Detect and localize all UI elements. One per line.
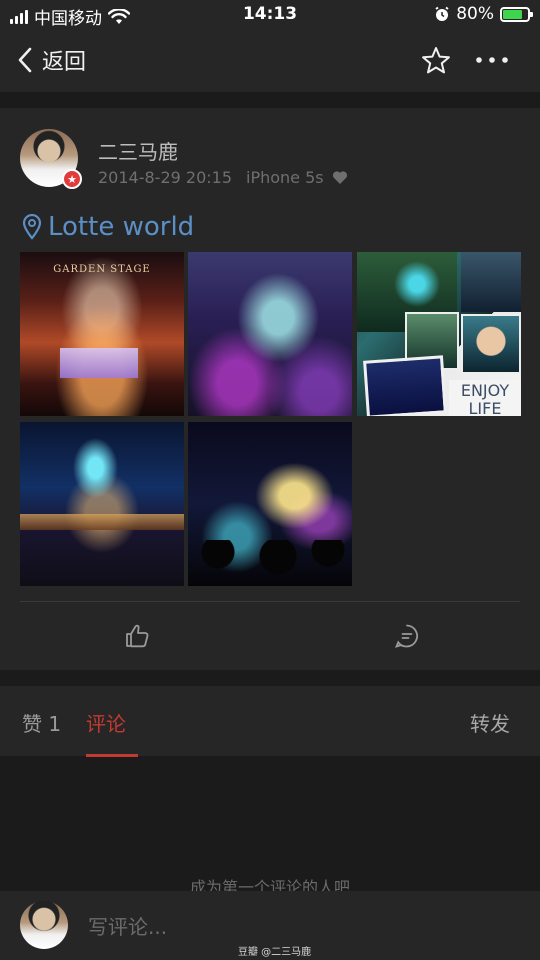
screen: 中国移动 14:13 80% 返回 ★ 二三马鹿 2014-8-29 20:15… [0, 0, 540, 960]
tab-comments[interactable]: 评论 [86, 708, 126, 737]
post-username[interactable]: 二三马鹿 [98, 136, 178, 165]
nav-bar: 返回 [0, 30, 540, 92]
location-pin-icon [22, 214, 42, 240]
post-timestamp: 2014-8-29 20:15 [98, 168, 232, 187]
collage-tile [461, 314, 521, 374]
star-icon[interactable] [420, 45, 452, 77]
divider [20, 601, 520, 602]
photo-collage[interactable]: ENJOY LIFE [357, 252, 521, 416]
back-button[interactable]: 返回 [18, 44, 86, 76]
comment-icon[interactable] [394, 623, 420, 649]
tab-reposts[interactable]: 转发 [470, 708, 510, 737]
crowd-silhouette [188, 540, 352, 586]
location-label: Lotte world [48, 212, 195, 242]
battery-charging-icon [500, 6, 533, 22]
back-label: 返回 [42, 50, 87, 75]
photo-caption-enjoy-life: ENJOY LIFE [449, 380, 521, 416]
heart-icon [332, 171, 347, 184]
status-bar: 中国移动 14:13 80% [0, 0, 540, 30]
location-link[interactable]: Lotte world [22, 212, 194, 242]
battery-percent: 80% [456, 4, 494, 24]
like-icon[interactable] [124, 623, 150, 649]
collage-tile [461, 252, 521, 312]
current-user-avatar[interactable] [20, 901, 68, 949]
alarm-icon [435, 6, 449, 21]
back-chevron-icon [18, 47, 32, 73]
avatar[interactable]: ★ [20, 129, 82, 189]
photo-ice-rink[interactable] [20, 422, 184, 586]
stage-screen [60, 348, 138, 378]
photo-grid: GARDEN STAGE ENJOY LIFE [20, 252, 522, 586]
photo-parade-hall[interactable] [188, 252, 352, 416]
comment-input[interactable]: 写评论... [88, 911, 488, 940]
tab-likes[interactable]: 赞 1 [22, 708, 61, 737]
status-right: 80% [434, 4, 533, 24]
more-icon[interactable] [474, 52, 514, 68]
verified-badge-icon: ★ [62, 169, 82, 189]
active-tab-indicator [86, 754, 138, 757]
post-device: iPhone 5s [246, 168, 324, 187]
comment-bar: 写评论... 豆瓣 @二三马鹿 [0, 891, 540, 960]
watermark: 豆瓣 @二三马鹿 [238, 947, 312, 958]
collage-tile [363, 355, 447, 416]
post-meta: 2014-8-29 20:15 iPhone 5s [98, 168, 348, 187]
tabs-bar: 赞 1 评论 转发 [0, 686, 540, 757]
photo-caption-garden-stage: GARDEN STAGE [53, 264, 151, 275]
photo-night-parade[interactable] [188, 422, 352, 586]
photo-garden-stage[interactable]: GARDEN STAGE [20, 252, 184, 416]
rink-rail [20, 514, 184, 530]
post-card: ★ 二三马鹿 2014-8-29 20:15 iPhone 5s Lotte w… [0, 108, 540, 670]
